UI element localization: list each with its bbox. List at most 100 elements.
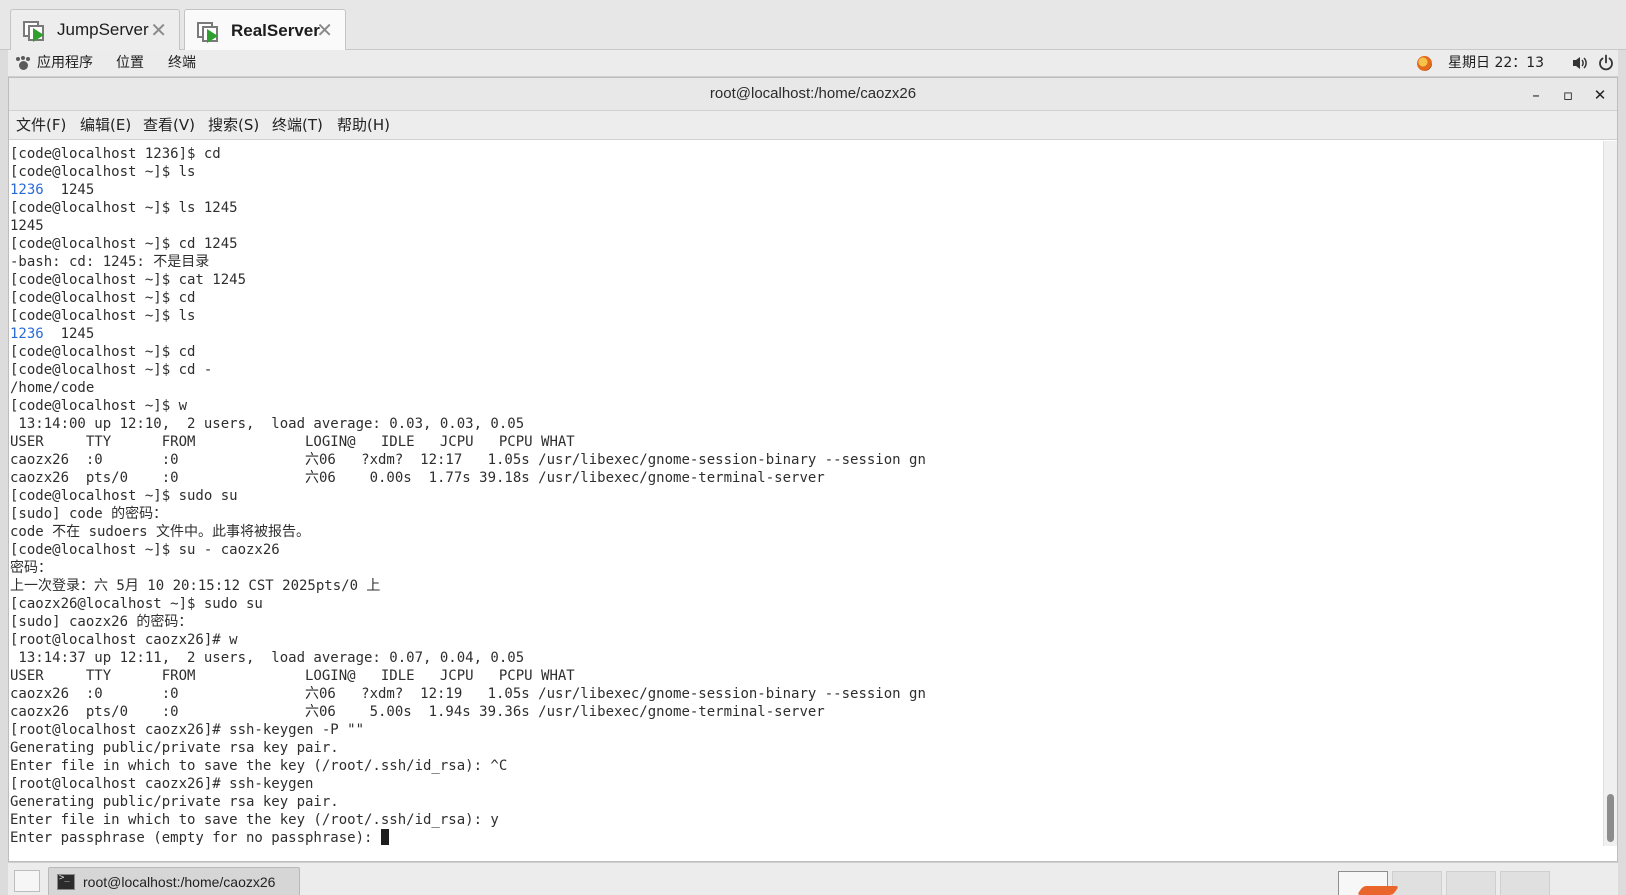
terminal-line-text: /home/code bbox=[10, 380, 95, 396]
terminal-line: [root@localhost caozx26]# ssh-keygen bbox=[10, 775, 926, 793]
terminal-line-text: USER TTY FROM LOGIN@ IDLE JCPU PCPU WHAT bbox=[10, 434, 575, 450]
terminal-line-text: [code@localhost ~]$ ls bbox=[10, 308, 196, 324]
workspace-4[interactable] bbox=[1500, 871, 1550, 895]
directory-entry: 1236 bbox=[10, 326, 44, 342]
taskbar-item-label: root@localhost:/home/caozx26 bbox=[83, 874, 276, 890]
terminal-line-text: 上一次登录：六 5月 10 20:15:12 CST 2025pts/0 上 bbox=[10, 578, 381, 594]
menu-view[interactable]: 查看(V) bbox=[143, 116, 195, 135]
terminal-line: [root@localhost caozx26]# w bbox=[10, 631, 926, 649]
terminal-line: [sudo] caozx26 的密码： bbox=[10, 613, 926, 631]
terminal-line-text: [sudo] caozx26 的密码： bbox=[10, 614, 193, 630]
window-title: root@localhost:/home/caozx26 bbox=[709, 85, 917, 102]
places-menu[interactable]: 位置 bbox=[116, 54, 144, 73]
terminal-line-text: [code@localhost 1236]$ cd bbox=[10, 146, 221, 162]
vm-play-icon bbox=[197, 19, 221, 43]
terminal-line-text: [root@localhost caozx26]# w bbox=[10, 632, 238, 648]
terminal-line-text: USER TTY FROM LOGIN@ IDLE JCPU PCPU WHAT bbox=[10, 668, 575, 684]
terminal-line: Enter file in which to save the key (/ro… bbox=[10, 757, 926, 775]
terminal-line: 1236 1245 bbox=[10, 325, 926, 343]
terminal-line-text: 13:14:00 up 12:10, 2 users, load average… bbox=[10, 416, 525, 432]
firefox-icon[interactable] bbox=[1417, 56, 1432, 71]
terminal-line-text: Generating public/private rsa key pair. bbox=[10, 740, 339, 756]
vm-tab-realserver[interactable]: RealServer ✕ bbox=[184, 9, 346, 51]
terminal-line-text: [sudo] code 的密码： bbox=[10, 506, 168, 522]
workspace-2[interactable] bbox=[1392, 871, 1442, 895]
terminal-line-text: [code@localhost ~]$ ls 1245 bbox=[10, 200, 238, 216]
gnome-top-panel: 应用程序 位置 终端 星期日 22：13 bbox=[8, 50, 1618, 77]
scrollbar-thumb[interactable] bbox=[1607, 794, 1614, 842]
file-entry: 1245 bbox=[43, 326, 95, 342]
terminal-line-text: caozx26 pts/0 :0 六06 5.00s 1.94s 39.36s … bbox=[10, 704, 825, 720]
terminal-line: [code@localhost 1236]$ cd bbox=[10, 145, 926, 163]
vm-tab-strip: JumpServer ✕ RealServer ✕ bbox=[0, 0, 1626, 51]
terminal-line-text: 密码： bbox=[10, 560, 52, 576]
terminal-line: -bash: cd: 1245: 不是目录 bbox=[10, 253, 926, 271]
terminal-line: [code@localhost ~]$ cd - bbox=[10, 361, 926, 379]
power-icon[interactable] bbox=[1597, 54, 1617, 74]
maximize-button[interactable]: ▫ bbox=[1557, 84, 1579, 106]
terminal-line-text: -bash: cd: 1245: 不是目录 bbox=[10, 254, 210, 270]
gnome-foot-icon bbox=[16, 56, 31, 71]
terminal-line: [caozx26@localhost ~]$ sudo su bbox=[10, 595, 926, 613]
terminal-line: caozx26 pts/0 :0 六06 0.00s 1.77s 39.18s … bbox=[10, 469, 926, 487]
terminal-line: [code@localhost ~]$ sudo su bbox=[10, 487, 926, 505]
terminal-line-text: [root@localhost caozx26]# ssh-keygen -P … bbox=[10, 722, 365, 738]
terminal-line: /home/code bbox=[10, 379, 926, 397]
terminal-line: Generating public/private rsa key pair. bbox=[10, 739, 926, 757]
terminal-line: [code@localhost ~]$ cd 1245 bbox=[10, 235, 926, 253]
menu-help[interactable]: 帮助(H) bbox=[337, 116, 390, 135]
window-titlebar[interactable]: root@localhost:/home/caozx26 – ▫ ✕ bbox=[9, 78, 1617, 111]
directory-entry: 1236 bbox=[10, 182, 44, 198]
terminal-line-text: [code@localhost ~]$ su - caozx26 bbox=[10, 542, 280, 558]
menu-search[interactable]: 搜索(S) bbox=[208, 116, 259, 135]
terminal-line: [sudo] code 的密码： bbox=[10, 505, 926, 523]
menu-edit[interactable]: 编辑(E) bbox=[80, 116, 131, 135]
terminal-line: code 不在 sudoers 文件中。此事将被报告。 bbox=[10, 523, 926, 541]
terminal-line-text: 1245 bbox=[10, 218, 44, 234]
terminal-line-text: Enter file in which to save the key (/ro… bbox=[10, 758, 508, 774]
terminal-line: [code@localhost ~]$ cd bbox=[10, 289, 926, 307]
terminal-line-text: caozx26 :0 :0 六06 ?xdm? 12:17 1.05s /usr… bbox=[10, 452, 926, 468]
terminal-line-text: [code@localhost ~]$ sudo su bbox=[10, 488, 238, 504]
terminal-app-menu[interactable]: 终端 bbox=[168, 54, 196, 73]
show-desktop-icon[interactable] bbox=[14, 870, 40, 892]
terminal-cursor bbox=[380, 829, 389, 845]
terminal-line: 上一次登录：六 5月 10 20:15:12 CST 2025pts/0 上 bbox=[10, 577, 926, 595]
terminal-line: caozx26 :0 :0 六06 ?xdm? 12:17 1.05s /usr… bbox=[10, 451, 926, 469]
terminal-line: [root@localhost caozx26]# ssh-keygen -P … bbox=[10, 721, 926, 739]
terminal-line: [code@localhost ~]$ ls bbox=[10, 307, 926, 325]
terminal-line: 13:14:00 up 12:10, 2 users, load average… bbox=[10, 415, 926, 433]
terminal-line: Enter passphrase (empty for no passphras… bbox=[10, 829, 926, 846]
close-button[interactable]: ✕ bbox=[1589, 84, 1611, 106]
terminal-line: [code@localhost ~]$ su - caozx26 bbox=[10, 541, 926, 559]
workspace-3[interactable] bbox=[1446, 871, 1496, 895]
close-icon[interactable]: ✕ bbox=[316, 19, 333, 41]
terminal-line-text: [code@localhost ~]$ cd bbox=[10, 344, 196, 360]
vm-tab-jumpserver[interactable]: JumpServer ✕ bbox=[10, 9, 180, 50]
terminal-scrollbar[interactable] bbox=[1603, 141, 1617, 846]
vm-play-icon bbox=[23, 18, 47, 42]
annotation-arrow bbox=[1356, 886, 1400, 895]
terminal-line: USER TTY FROM LOGIN@ IDLE JCPU PCPU WHAT bbox=[10, 667, 926, 685]
taskbar-item-terminal[interactable]: root@localhost:/home/caozx26 bbox=[48, 867, 300, 895]
terminal-line-text: [code@localhost ~]$ w bbox=[10, 398, 188, 414]
file-entry: 1245 bbox=[43, 182, 95, 198]
vm-tab-label: JumpServer bbox=[57, 20, 149, 39]
menu-file[interactable]: 文件(F) bbox=[16, 116, 66, 135]
terminal-line-text: code 不在 sudoers 文件中。此事将被报告。 bbox=[10, 524, 311, 540]
terminal-line-text: [root@localhost caozx26]# ssh-keygen bbox=[10, 776, 314, 792]
volume-icon[interactable] bbox=[1571, 54, 1591, 74]
terminal-line: [code@localhost ~]$ cd bbox=[10, 343, 926, 361]
terminal-line-text: [caozx26@localhost ~]$ sudo su bbox=[10, 596, 263, 612]
minimize-button[interactable]: – bbox=[1525, 84, 1547, 106]
applications-menu[interactable]: 应用程序 bbox=[37, 54, 93, 73]
terminal-icon bbox=[57, 873, 75, 890]
terminal-window: root@localhost:/home/caozx26 – ▫ ✕ 文件(F)… bbox=[8, 77, 1618, 862]
menu-terminal[interactable]: 终端(T) bbox=[272, 116, 323, 135]
terminal-line: Generating public/private rsa key pair. bbox=[10, 793, 926, 811]
terminal-output[interactable]: [code@localhost 1236]$ cd [code@localhost… bbox=[9, 141, 1603, 846]
menu-bar: 文件(F) 编辑(E) 查看(V) 搜索(S) 终端(T) 帮助(H) bbox=[9, 111, 1617, 140]
terminal-line: 1236 1245 bbox=[10, 181, 926, 199]
clock[interactable]: 星期日 22：13 bbox=[1448, 54, 1544, 73]
close-icon[interactable]: ✕ bbox=[150, 19, 167, 41]
